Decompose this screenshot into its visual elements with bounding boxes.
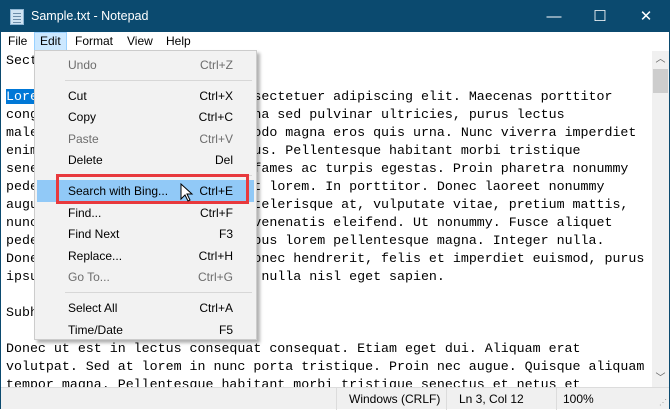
menu-item-label: Replace... [68,248,123,263]
menu-item-copy[interactable]: Copy Ctrl+C [37,106,254,128]
menu-format[interactable]: Format [70,32,118,51]
line-text: volutpat. Sed at lorem in nunc porta tri… [6,359,645,374]
line-text: t lorem. In porttitor. Donec laoreet non… [253,179,605,194]
menu-item-find-next[interactable]: Find Next F3 [37,223,254,245]
line-text: fames ac turpis egestas. Proin pharetra … [253,161,629,176]
menu-item-go-to[interactable]: Go To... Ctrl+G [37,266,254,288]
menu-item-shortcut: Ctrl+A [199,301,233,315]
highlight-annotation [56,174,249,204]
maximize-button[interactable]: ☐ [577,1,623,32]
menu-item-label: Find Next [68,227,120,242]
menu-item-shortcut: Ctrl+X [199,88,233,103]
scroll-up-icon[interactable]: ︿ [652,51,669,68]
menu-item-shortcut: Ctrl+F [200,205,233,220]
line-text: tempor magna. Pellentesque habitant morb… [6,377,581,387]
line-text: venenatis eleifend. Ut nonummy. Fusce al… [253,215,613,230]
cursor-position: Ln 3, Col 12 [459,392,524,406]
menu-item-replace[interactable]: Replace... Ctrl+H [37,245,254,267]
menu-edit[interactable]: Edit [34,32,67,51]
menu-item-shortcut: Ctrl+G [197,270,233,285]
menu-separator [65,79,252,81]
menu-item-label: Select All [68,301,118,315]
line-text: gna sed pulvinar ultricies, purus lectus [245,107,565,122]
menu-item-shortcut: Ctrl+C [198,110,233,125]
line-text: Donec ut est in lectus consequat consequ… [6,341,581,356]
window-title: Sample.txt - Notepad [31,9,149,23]
zoom-level: 100% [563,392,594,406]
scroll-down-icon[interactable]: ﹀ [652,370,669,387]
menu-item-undo[interactable]: Undo Ctrl+Z [37,54,254,76]
text-line: Donec ut est in lectus consequat consequ… [6,340,581,358]
menu-item-find[interactable]: Find... Ctrl+F [37,202,254,224]
text-line: tempor magna. Pellentesque habitant morb… [6,376,581,387]
menu-item-label: Delete [68,153,103,168]
resize-grip-icon[interactable]: ⋰ [659,398,667,407]
line-text: nulla nisl eget sapien. [253,269,445,284]
line-ending: Windows (CRLF) [349,392,441,406]
menu-item-shortcut: F5 [218,322,233,337]
menu-item-select-all[interactable]: Select All Ctrl+A [37,297,254,319]
close-button[interactable]: ✕ [623,1,669,32]
menu-item-label: Paste [68,131,99,146]
status-divider [446,388,447,410]
menu-item-shortcut: F3 [218,227,233,242]
line-text: us. Pellentesque habitant morbi tristiqu… [253,143,581,158]
status-bar: Windows (CRLF) Ln 3, Col 12 100% ⋰ [1,387,669,410]
line-text: odo magna eros quis urna. Nunc viverra i… [253,125,637,140]
menu-item-shortcut: Ctrl+H [198,248,233,263]
menu-item-delete[interactable]: Delete Del [37,149,254,171]
minimize-button[interactable]: — [531,1,577,32]
mouse-cursor-icon [180,183,194,202]
menu-bar: File Edit Format View Help [1,32,669,51]
menu-item-paste[interactable]: Paste Ctrl+V [37,128,254,150]
menu-item-shortcut: Ctrl+V [199,131,233,146]
line-text: pus lorem pellentesque magna. Integer nu… [253,233,605,248]
menu-item-label: Go To... [68,270,110,285]
menu-item-shortcut: Ctrl+Z [200,58,233,72]
line-text: onec hendrerit, felis et imperdiet euism… [253,251,645,266]
status-divider [556,388,557,410]
menu-item-time-date[interactable]: Time/Date F5 [37,319,254,341]
menu-separator [65,292,252,293]
menu-item-shortcut: Del [214,153,233,168]
status-divider [336,388,337,410]
menu-item-label: Undo [68,58,97,72]
menu-item-label: Cut [68,88,87,103]
menu-item-cut[interactable]: Cut Ctrl+X [37,85,254,107]
vertical-scrollbar[interactable]: ︿ ﹀ [652,51,669,387]
line-text: telerisque at, vulputate vitae, pretium … [253,197,629,212]
text-line: volutpat. Sed at lorem in nunc porta tri… [6,358,644,376]
menu-file[interactable]: File [3,32,32,51]
menu-item-label: Copy [68,110,97,125]
menu-view[interactable]: View [122,32,158,51]
menu-help[interactable]: Help [161,32,196,51]
menu-item-label: Find... [68,205,102,220]
menu-item-label: Time/Date [68,322,123,337]
scroll-thumb[interactable] [653,69,668,93]
notepad-icon [10,9,24,25]
title-bar: Sample.txt - Notepad — ☐ ✕ [1,1,669,32]
line-text: sectetuer adipiscing elit. Maecenas port… [253,89,613,104]
